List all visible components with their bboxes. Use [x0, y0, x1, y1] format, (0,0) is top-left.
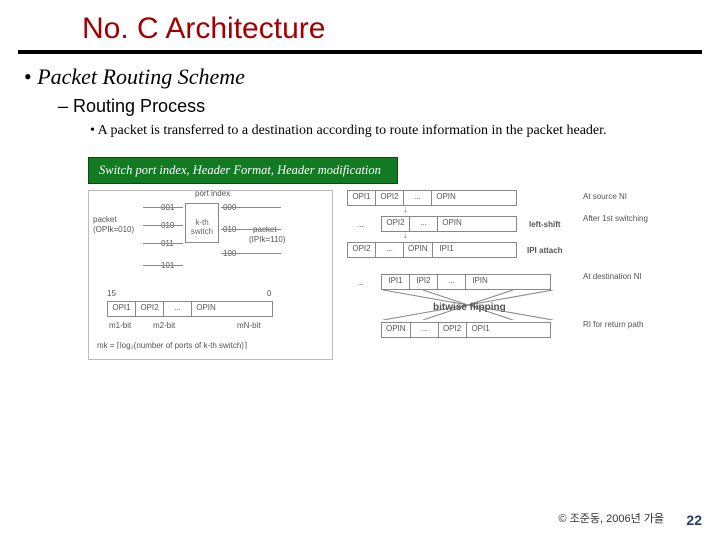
cell: OPIN: [404, 243, 433, 257]
wire: [143, 225, 183, 226]
cell: ...: [410, 217, 438, 231]
cell: OPI2: [439, 323, 467, 337]
row5-note: RI for return path: [583, 320, 643, 329]
cell: OPIN: [382, 323, 411, 337]
cell: OPIN: [438, 217, 466, 231]
arrow-down-icon: ↓: [403, 204, 408, 214]
bitlabel-2: mN-bit: [237, 321, 261, 330]
row2-note: After 1st switching: [583, 214, 648, 223]
cell: ...: [438, 275, 466, 289]
leftshift-label: left-shift: [529, 220, 561, 229]
cell: IPI2: [410, 275, 438, 289]
axis-0: 0: [267, 289, 271, 298]
switch-diagram: port index k-th switch packet (OPIk=010)…: [88, 190, 333, 360]
bullet-level-2: Routing Process: [58, 96, 702, 117]
ipi-attach-label: IPI attach: [527, 246, 563, 255]
cell: ...: [376, 243, 404, 257]
bullet-level-1: Packet Routing Scheme: [24, 64, 702, 90]
wire: [143, 243, 183, 244]
arrow-down-icon: ↓: [403, 230, 408, 240]
hcell: OPI1: [108, 302, 136, 316]
cell: OPIN: [432, 191, 460, 205]
cell: OPI1: [348, 191, 376, 205]
mk-formula: mk = ⌈log₂(number of ports of k-th switc…: [97, 341, 247, 350]
cell: OPI1: [467, 323, 495, 337]
page-number: 22: [672, 512, 702, 528]
packet-in-label: packet: [93, 215, 117, 224]
opix-in: (OPIk=010): [93, 225, 134, 234]
row1: OPI1 OPI2 ... OPIN: [347, 190, 517, 206]
hcell: OPIN: [192, 302, 220, 316]
flip-label: bitwise flipping: [433, 302, 506, 313]
hcell: ...: [164, 302, 192, 316]
cell: IPIN: [466, 275, 494, 289]
bullet-level-3: A packet is transferred to a destination…: [90, 123, 690, 139]
slide-title: No. C Architecture: [82, 12, 702, 46]
row2: OPI2 ... OPIN: [381, 216, 517, 232]
footer: © 조준동, 2006년 가을 22: [0, 506, 720, 540]
row2-dots: ...: [357, 220, 364, 229]
bitlabel-1: m2-bit: [153, 321, 175, 330]
figure-area: Switch port index, Header Format, Header…: [88, 157, 668, 370]
diagram-row: port index k-th switch packet (OPIk=010)…: [88, 190, 668, 370]
cell: IPI1: [433, 243, 461, 257]
title-underline: [18, 50, 702, 54]
wire: [221, 207, 281, 208]
bitlabel-0: m1-bit: [109, 321, 131, 330]
slide: No. C Architecture Packet Routing Scheme…: [0, 0, 720, 540]
copyright: © 조준동, 2006년 가을: [558, 510, 664, 526]
row4-note: At destination NI: [583, 272, 642, 281]
switch-label: k-th switch: [191, 218, 213, 236]
switch-box: k-th switch: [185, 203, 219, 243]
row5: OPIN ... OPI2 OPI1: [381, 322, 551, 338]
wire: [143, 265, 183, 266]
cell: ...: [411, 323, 439, 337]
wire: [221, 229, 281, 230]
cell: OPI2: [376, 191, 404, 205]
cell: IPI1: [382, 275, 410, 289]
wire: [221, 253, 281, 254]
header-format-row: OPI1 OPI2 ... OPIN: [107, 301, 273, 317]
hcell: OPI2: [136, 302, 164, 316]
row1-note: At source NI: [583, 192, 627, 201]
row4-dots: ...: [357, 278, 364, 287]
header-modification-diagram: OPI1 OPI2 ... OPIN At source NI ... OPI2…: [343, 190, 663, 370]
row3: OPI2 ... OPIN IPI1: [347, 242, 517, 258]
wire: [143, 207, 183, 208]
cell: OPI2: [348, 243, 376, 257]
port-index-label: port index: [195, 189, 230, 198]
cell: OPI2: [382, 217, 410, 231]
opix-out: (IPIk=110): [249, 235, 286, 244]
figure-caption-box: Switch port index, Header Format, Header…: [88, 157, 398, 184]
axis-15: 15: [107, 289, 116, 298]
row4: IPI1 IPI2 ... IPIN: [381, 274, 551, 290]
cell: ...: [404, 191, 432, 205]
